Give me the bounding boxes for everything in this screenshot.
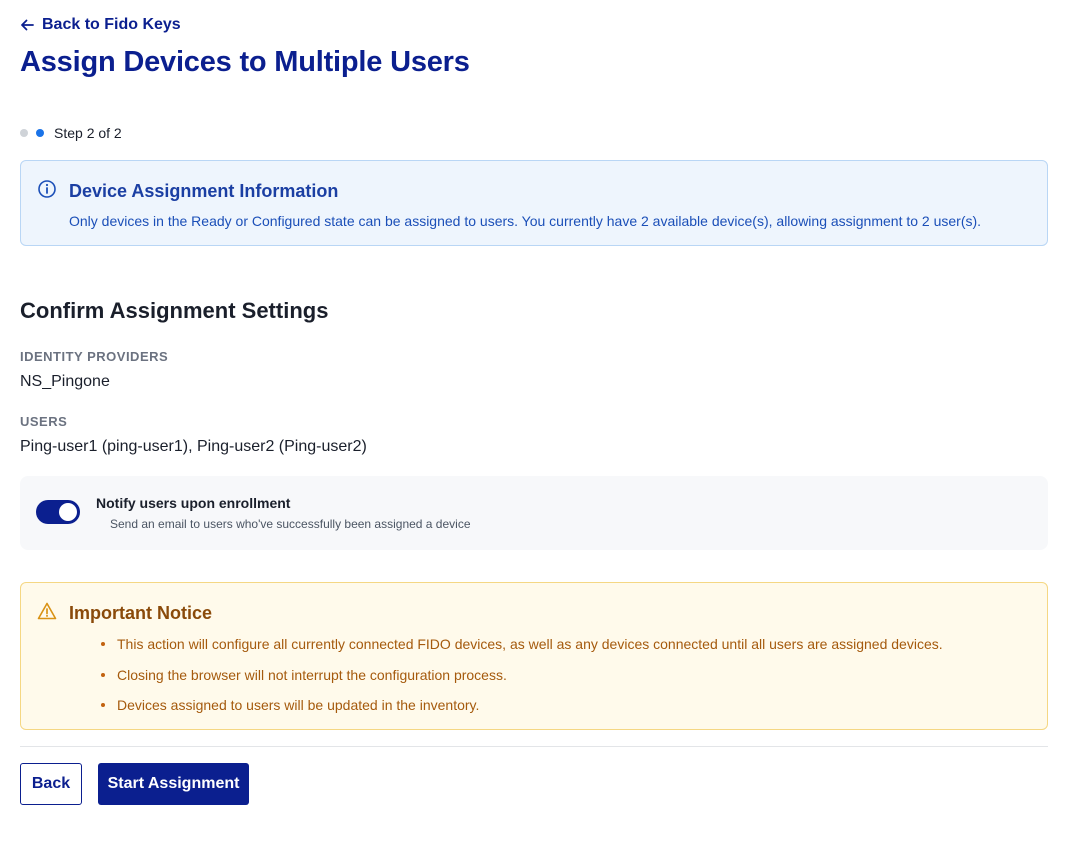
back-to-fido-keys-link[interactable]: Back to Fido Keys [20, 16, 181, 34]
back-button[interactable]: Back [20, 763, 82, 805]
notify-users-setting: Notify users upon enrollment Send an ema… [20, 476, 1048, 550]
start-assignment-button[interactable]: Start Assignment [98, 763, 249, 805]
info-banner-title: Device Assignment Information [69, 181, 339, 201]
step-dot-1 [20, 129, 28, 137]
page-title: Assign Devices to Multiple Users [20, 46, 470, 78]
device-assignment-info-banner: Device Assignment Information Only devic… [20, 160, 1048, 246]
warning-icon [37, 601, 57, 626]
important-notice-banner: Important Notice This action will config… [20, 582, 1048, 730]
notice-item: Closing the browser will not interrupt t… [101, 665, 1031, 696]
notice-title: Important Notice [69, 603, 213, 623]
arrow-left-icon [20, 18, 34, 32]
divider [20, 746, 1048, 747]
step-text: Step 2 of 2 [54, 125, 122, 141]
step-dot-2 [36, 129, 44, 137]
stepper: Step 2 of 2 [20, 125, 122, 141]
info-icon [37, 179, 57, 204]
users-value: Ping-user1 (ping-user1), Ping-user2 (Pin… [20, 438, 367, 455]
users-label: USERS [20, 414, 68, 429]
notice-item: Devices assigned to users will be update… [101, 695, 1031, 726]
confirm-settings-title: Confirm Assignment Settings [20, 298, 329, 323]
identity-providers-label: IDENTITY PROVIDERS [20, 349, 169, 364]
notify-subtitle: Send an email to users who've successful… [110, 517, 471, 531]
notice-list: This action will configure all currently… [101, 634, 1031, 726]
notify-users-toggle[interactable] [36, 500, 80, 524]
back-link-label: Back to Fido Keys [42, 16, 181, 33]
notice-item: This action will configure all currently… [101, 634, 1031, 665]
notify-title: Notify users upon enrollment [96, 495, 291, 511]
info-banner-text: Only devices in the Ready or Configured … [69, 213, 982, 229]
identity-providers-value: NS_Pingone [20, 373, 110, 390]
page: Back to Fido Keys Assign Devices to Mult… [0, 0, 1086, 862]
toggle-knob [59, 503, 77, 521]
